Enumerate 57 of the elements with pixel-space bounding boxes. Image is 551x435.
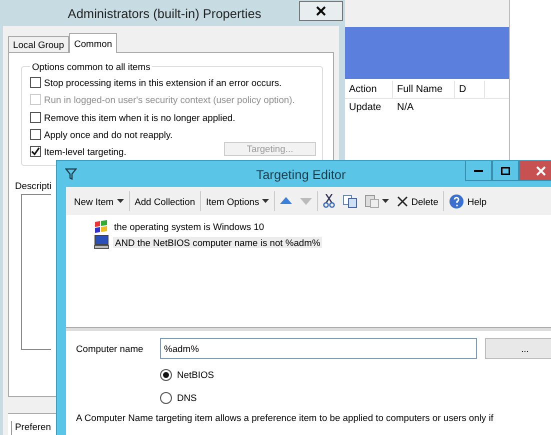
new-item-button[interactable]: New Item: [70, 190, 128, 212]
field-label: Computer name: [76, 343, 144, 354]
minimize-button[interactable]: [465, 161, 492, 181]
tab[interactable]: Preferen: [11, 421, 54, 435]
table-cell-text: Update: [348, 101, 382, 115]
help-button[interactable]: Help: [445, 190, 491, 212]
close-icon: [536, 166, 546, 176]
checkbox-label: Run in logged-on user's security context (user policy option).: [44, 94, 295, 106]
check-icon: [31, 147, 40, 156]
add-collection-button[interactable]: Add Collection: [130, 190, 200, 212]
caret-icon: [262, 199, 270, 203]
checkbox-label: Item-level targeting.: [44, 146, 126, 158]
tree-item[interactable]: the operating system is Windows 10: [112, 220, 266, 232]
paste-icon: [365, 194, 380, 208]
scissors-icon: [323, 194, 336, 208]
checkbox-label: Remove this item when it is no longer applied.: [44, 112, 236, 123]
radio-label: DNS: [177, 392, 197, 403]
tab[interactable]: Common: [69, 33, 118, 53]
delete-button[interactable]: Delete: [393, 190, 442, 212]
computer-name-field[interactable]: %adm%: [160, 338, 477, 359]
checkbox[interactable]: [30, 129, 41, 140]
column-header[interactable]: D: [455, 81, 485, 98]
description-label: Descripti: [15, 180, 52, 191]
checkbox[interactable]: [30, 77, 41, 88]
window-title: Targeting Editor: [255, 166, 347, 182]
filter-icon: [65, 168, 77, 180]
browse-button[interactable]: ...: [485, 338, 551, 359]
description-text: A Computer Name targeting item allows a preference item to be applied to computers or users only if: [76, 412, 494, 423]
help-icon: [449, 194, 464, 208]
maximize-icon: [501, 166, 510, 174]
column-header[interactable]: Full Name: [393, 81, 455, 98]
minimize-icon: [474, 170, 483, 172]
group-title: Options common to all items: [31, 61, 152, 72]
down-arrow-icon: [300, 197, 312, 205]
maximize-button[interactable]: [492, 161, 519, 181]
radio-label: NetBIOS: [177, 369, 214, 380]
checkbox-label: Apply once and do not reapply.: [44, 129, 173, 140]
checkbox[interactable]: [30, 146, 41, 158]
checkbox[interactable]: [30, 112, 41, 123]
copy-icon: [343, 194, 358, 208]
table-cell-text: N/A: [396, 101, 415, 115]
checkbox-label: Stop processing items in this extension if an error occurs.: [44, 77, 282, 88]
windows-flag-icon: [94, 220, 108, 232]
description-field[interactable]: [21, 194, 51, 350]
window-title: Administrators (built-in) Properties: [66, 6, 262, 20]
close-button[interactable]: [299, 1, 343, 21]
tab[interactable]: Local Group: [8, 36, 70, 52]
radio-button[interactable]: [160, 392, 172, 404]
tree-item[interactable]: AND the NetBIOS computer name is not %adm%: [113, 236, 322, 248]
radio-button[interactable]: [160, 368, 172, 380]
computer-icon: [94, 235, 109, 249]
caret-icon: [116, 199, 124, 203]
delete-icon: [397, 196, 408, 206]
close-icon: [316, 6, 326, 16]
caret-icon: [382, 199, 390, 203]
item-options-button[interactable]: Item Options: [202, 190, 274, 212]
up-arrow-icon: [280, 197, 292, 205]
